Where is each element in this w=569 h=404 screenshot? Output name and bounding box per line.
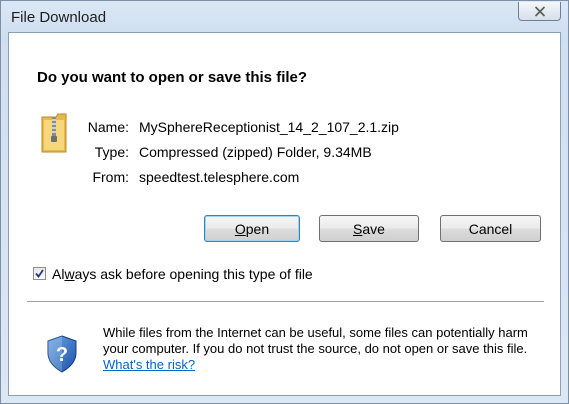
dialog-question: Do you want to open or save this file? [37, 69, 308, 86]
whats-the-risk-link[interactable]: What's the risk? [103, 357, 195, 372]
shield-question-icon: ? [47, 335, 77, 373]
save-button-label: ave [362, 220, 385, 237]
file-download-window: File Download Do you want to open or sav… [0, 0, 569, 404]
checkmark-icon [35, 269, 44, 278]
open-button-accel: O [234, 220, 246, 237]
svg-text:?: ? [56, 344, 68, 366]
security-warning: While files from the Internet can be use… [103, 325, 543, 373]
window-title: File Download [11, 9, 107, 26]
separator [27, 301, 544, 303]
always-ask-label-post: ays ask before opening this type of file [74, 266, 313, 282]
file-type-label: Type: [94, 144, 129, 160]
open-button-label: pen [245, 220, 270, 237]
file-name-value: MySphereReceptionist_14_2_107_2.1.zip [139, 119, 399, 135]
title-bar[interactable]: File Download [1, 1, 568, 32]
always-ask-label-pre: Al [52, 266, 65, 282]
close-button[interactable] [518, 2, 561, 21]
save-button[interactable]: Save [319, 215, 419, 242]
open-button[interactable]: Open [204, 215, 300, 242]
cancel-button[interactable]: Cancel [440, 215, 541, 242]
close-icon [534, 5, 545, 17]
file-from-value: speedtest.telesphere.com [139, 169, 300, 185]
dialog-body: Do you want to open or save this file? N… [8, 32, 561, 396]
always-ask-label: Always ask before opening this type of f… [52, 266, 313, 282]
zip-folder-icon [41, 113, 67, 153]
file-type-value: Compressed (zipped) Folder, 9.34MB [139, 144, 372, 160]
always-ask-label-accel: w [64, 266, 75, 282]
file-name-label: Name: [87, 119, 129, 135]
save-button-accel: S [353, 220, 363, 237]
file-from-label: From: [92, 169, 129, 185]
warning-text: While files from the Internet can be use… [103, 325, 528, 356]
always-ask-checkbox[interactable] [33, 267, 46, 280]
